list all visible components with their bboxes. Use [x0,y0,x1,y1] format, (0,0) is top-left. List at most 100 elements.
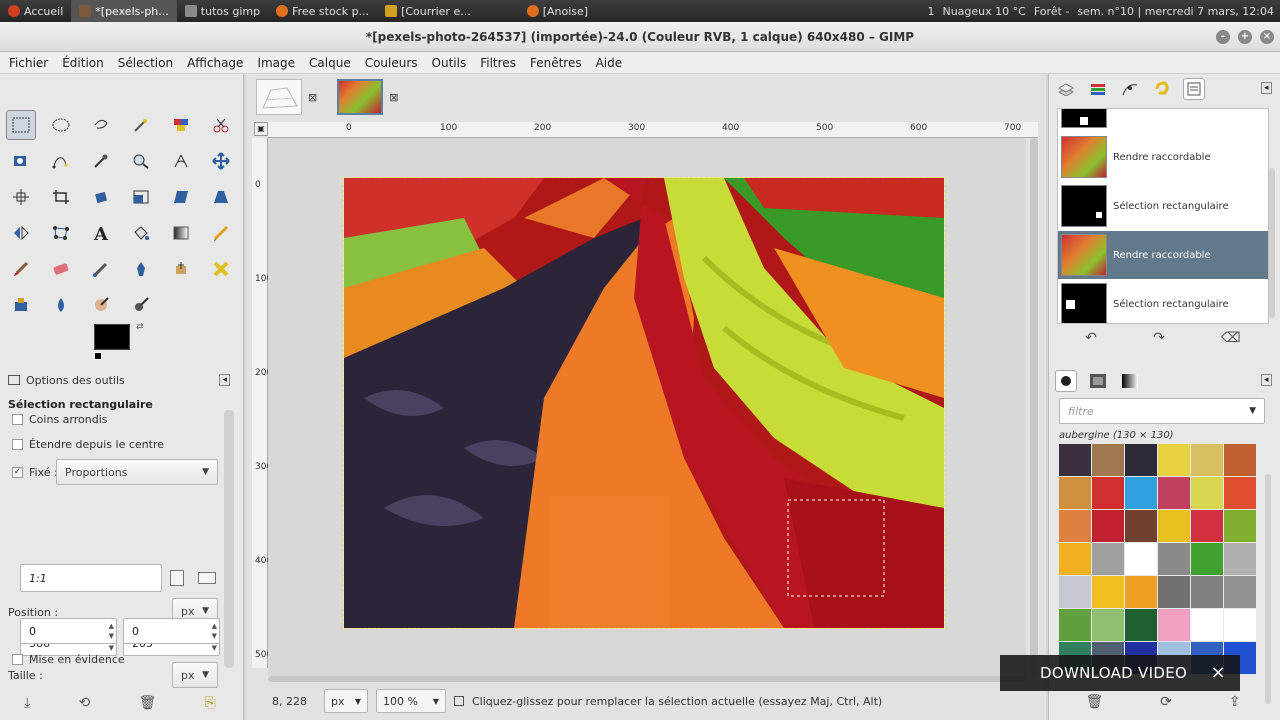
close-tab-icon[interactable]: ⊠ [389,91,398,104]
horizontal-scrollbar[interactable] [268,676,1026,682]
weather-label[interactable]: Nuageux 10 °C [942,5,1025,18]
pattern-swatch[interactable] [1092,444,1124,476]
brushes-tab-icon[interactable] [1055,370,1077,392]
ellipse-select-icon[interactable] [46,110,76,140]
pattern-swatch[interactable] [1224,609,1256,641]
pattern-swatch[interactable] [1125,444,1157,476]
move-icon[interactable] [206,146,236,176]
pattern-swatch[interactable] [1224,444,1256,476]
pattern-swatch[interactable] [1125,477,1157,509]
taskbar-item-home[interactable]: Accueil [0,0,71,22]
pattern-swatch[interactable] [1092,510,1124,542]
panel-menu-icon[interactable]: ◂ [1261,82,1272,94]
download-video-banner[interactable]: DOWNLOAD VIDEO × [1000,655,1240,691]
close-button[interactable]: × [1260,30,1274,44]
pattern-swatch[interactable] [1224,510,1256,542]
layers-tab-icon[interactable] [1055,78,1077,100]
shear-icon[interactable] [166,182,196,212]
maximize-button[interactable]: + [1238,30,1252,44]
pattern-swatch[interactable] [1158,477,1190,509]
eraser-icon[interactable] [46,254,76,284]
vertical-scrollbar[interactable] [1030,138,1038,676]
menu-aide[interactable]: Aide [589,56,630,70]
clock-label[interactable]: sem. n°10 | mercredi 7 mars, 12:04 [1077,5,1274,18]
gradients-tab-icon[interactable] [1119,370,1141,392]
history-scrollbar[interactable] [1269,168,1275,318]
pattern-filter-input[interactable]: filtre ▼ [1059,398,1265,424]
fuzzy-select-icon[interactable] [126,110,156,140]
pattern-swatch[interactable] [1059,444,1091,476]
pattern-swatch[interactable] [1191,543,1223,575]
pattern-swatch[interactable] [1191,477,1223,509]
size-h-input[interactable]: 0 ▲ ▼ [123,618,220,644]
lasso-icon[interactable] [86,110,116,140]
ink-icon[interactable] [126,254,156,284]
blur-icon[interactable] [46,290,76,320]
pattern-swatch[interactable] [1125,543,1157,575]
pattern-swatch[interactable] [1125,510,1157,542]
reset-options-icon[interactable]: ⎘ [205,695,216,711]
pattern-swatch[interactable] [1059,477,1091,509]
scale-icon[interactable] [126,182,156,212]
taskbar-item-mail[interactable]: [Courrier e... [377,0,479,22]
spin-arrows-icon[interactable]: ▲▼ [109,621,114,641]
gradient-icon[interactable] [166,218,196,248]
pattern-swatch[interactable] [1092,543,1124,575]
taskbar-item-gimp[interactable]: *[pexels-ph... [71,0,177,22]
pattern-swatch[interactable] [1059,576,1091,608]
minimize-button[interactable]: – [1216,30,1230,44]
perspective-clone-icon[interactable] [6,290,36,320]
highlight-checkbox[interactable] [12,654,23,665]
paintbrush-icon[interactable] [6,254,36,284]
pattern-swatch[interactable] [1059,510,1091,542]
restore-preset-icon[interactable]: ⟲ [79,695,91,711]
pattern-swatch[interactable] [1158,543,1190,575]
smudge-icon[interactable] [86,290,116,320]
pencil-icon[interactable] [206,218,236,248]
open-pattern-icon[interactable]: ⇪ [1229,694,1241,710]
menu-fichier[interactable]: Fichier [2,56,55,70]
menu-image[interactable]: Image [250,56,302,70]
paths-icon[interactable] [46,146,76,176]
delete-preset-icon[interactable]: 🗑 [139,695,157,711]
pattern-swatch[interactable] [1224,576,1256,608]
history-row[interactable]: Sélection rectangulaire [1058,280,1268,323]
pattern-swatch[interactable] [1092,477,1124,509]
landscape-icon[interactable] [198,572,216,584]
heal-icon[interactable] [166,254,196,284]
options-scrollbar[interactable] [224,410,234,668]
history-row[interactable] [1058,109,1268,131]
pattern-swatch[interactable] [1191,576,1223,608]
clear-history-icon[interactable]: ⌫ [1221,330,1241,350]
menu-filtres[interactable]: Filtres [473,56,523,70]
dodge-icon[interactable] [126,290,156,320]
pattern-swatch[interactable] [1191,444,1223,476]
pattern-swatch[interactable] [1059,543,1091,575]
refresh-patterns-icon[interactable]: ⟳ [1160,694,1172,710]
history-row[interactable]: Sélection rectangulaire [1058,182,1268,230]
unit-select[interactable]: px ▼ [324,689,368,713]
pattern-swatch[interactable] [1224,477,1256,509]
close-tab-icon[interactable]: ⊠ [308,91,317,104]
panel-menu-icon[interactable]: ◂ [219,374,230,386]
spin-arrows-icon[interactable]: ▲▼ [212,621,217,641]
menu-outils[interactable]: Outils [425,56,474,70]
pattern-swatch[interactable] [1191,510,1223,542]
pattern-swatch[interactable] [1092,609,1124,641]
size-w-input[interactable]: 0 ▲ ▼ [20,618,117,644]
fixed-mode-select[interactable]: Proportions ▼ [56,459,218,485]
perspective-icon[interactable] [206,182,236,212]
history-row-selected[interactable]: Rendre raccordable [1058,231,1268,279]
images-tab-icon[interactable] [1183,78,1205,100]
portrait-icon[interactable] [170,570,184,586]
pattern-swatch[interactable] [1158,444,1190,476]
undo-history-tab-icon[interactable] [1151,78,1173,100]
rounded-corners-checkbox[interactable] [12,414,23,425]
menu-edition[interactable]: Édition [55,56,111,70]
download-video-label[interactable]: DOWNLOAD VIDEO [1040,664,1187,682]
fixed-checkbox[interactable]: ✓ [12,467,23,478]
color-picker-icon[interactable] [86,146,116,176]
text-icon[interactable]: A [86,218,116,248]
pattern-swatch[interactable] [1059,609,1091,641]
pattern-swatch[interactable] [1224,543,1256,575]
